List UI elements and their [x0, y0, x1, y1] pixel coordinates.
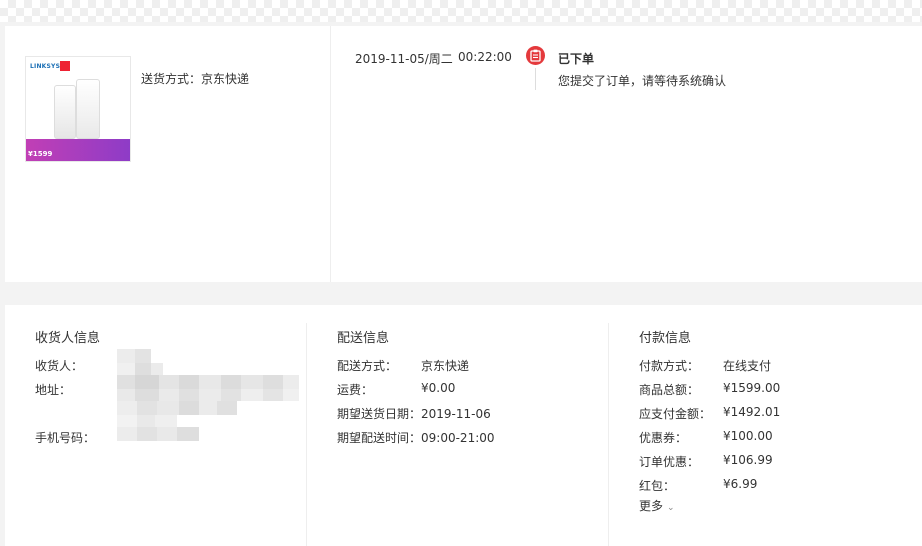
order-status-title: 已下单: [558, 52, 595, 66]
order-status-icon: [526, 46, 545, 65]
shipping-method-label: 配送方式：: [337, 359, 398, 373]
consignee-phone-row: 手机号码：: [35, 429, 95, 446]
payment-total-label: 商品总额：: [639, 383, 700, 397]
shipping-method-value: 京东快递: [421, 359, 470, 373]
payment-total-row: 商品总额： ¥1599.00: [639, 381, 780, 398]
payment-section: 付款信息 付款方式： 在线支付 商品总额： ¥1599.00 应支付金额： ¥1…: [639, 305, 909, 546]
payment-redpacket-row: 红包： ¥6.99: [639, 477, 757, 494]
consignee-name-label: 收货人：: [35, 359, 84, 373]
consignee-name-row: 收货人：: [35, 357, 83, 374]
payment-total-value: ¥1599.00: [723, 381, 781, 395]
payment-payable-value: ¥1492.01: [723, 405, 781, 419]
payment-coupon-row: 优惠券： ¥100.00: [639, 429, 773, 446]
shipping-time-label: 期望配送时间：: [337, 431, 422, 445]
order-product-section: LINKSYS ¥1599 送货方式：京东快递: [5, 26, 331, 282]
top-pattern-strip: [0, 0, 922, 22]
shipping-time-row: 期望配送时间：09:00-21:00: [337, 429, 495, 446]
column-divider: [608, 323, 609, 546]
payment-method-label: 付款方式：: [639, 359, 700, 373]
order-info-panel: 收货人信息 收货人： 地址： 手机号码： 配送信息 配送方式： 京东快递 运费：…: [5, 305, 922, 546]
shipping-method-row: 配送方式： 京东快递: [337, 357, 469, 374]
consignee-address-label: 地址：: [35, 383, 72, 397]
redacted-personal-info: [117, 349, 299, 441]
payment-discount-label: 订单优惠：: [639, 455, 700, 469]
payment-title: 付款信息: [639, 331, 692, 346]
payment-coupon-label: 优惠券：: [639, 431, 688, 445]
product-price-tag: ¥1599: [28, 150, 53, 158]
payment-method-row: 付款方式： 在线支付: [639, 357, 771, 374]
shipping-fee-label: 运费：: [337, 383, 374, 397]
payment-method-value: 在线支付: [723, 359, 772, 373]
router-unit-icon: [76, 79, 100, 139]
shipping-fee-value: ¥0.00: [421, 381, 456, 395]
payment-coupon-value: ¥100.00: [723, 429, 773, 443]
product-brand-logo: LINKSYS: [30, 63, 61, 70]
shipping-date-label: 期望送货日期：: [337, 407, 422, 421]
payment-discount-row: 订单优惠： ¥106.99: [639, 453, 773, 470]
shipping-date-value: 2019-11-06: [421, 407, 491, 421]
shipping-title: 配送信息: [337, 331, 390, 346]
timeline-time: 00:22:00: [458, 50, 512, 64]
payment-more-label: 更多: [639, 499, 664, 513]
product-thumbnail[interactable]: LINKSYS ¥1599: [25, 56, 131, 162]
payment-redpacket-value: ¥6.99: [723, 477, 758, 491]
chevron-down-icon: ⌄: [667, 503, 675, 513]
shipping-time-value: 09:00-21:00: [421, 431, 495, 445]
timeline-line: [535, 68, 536, 90]
payment-redpacket-label: 红包：: [639, 479, 676, 493]
order-status-panel: LINKSYS ¥1599 送货方式：京东快递 2019-11-05/周二 00…: [5, 26, 922, 282]
column-divider: [306, 323, 307, 546]
consignee-address-row: 地址：: [35, 381, 71, 398]
consignee-section: 收货人信息 收货人： 地址： 手机号码：: [35, 305, 305, 546]
shipping-section: 配送信息 配送方式： 京东快递 运费： ¥0.00 期望送货日期：2019-11…: [337, 305, 607, 546]
payment-payable-label: 应支付金额：: [639, 407, 712, 421]
order-status-description: 您提交了订单，请等待系统确认: [558, 74, 727, 88]
timeline-date: 2019-11-05/周二: [355, 52, 453, 66]
consignee-phone-label: 手机号码：: [35, 431, 96, 445]
product-seal-icon: [60, 61, 70, 71]
payment-discount-value: ¥106.99: [723, 453, 773, 467]
shipping-date-row: 期望送货日期：2019-11-06: [337, 405, 491, 422]
router-unit-icon: [54, 85, 76, 139]
payment-more-toggle[interactable]: 更多 ⌄: [639, 497, 675, 514]
shipping-fee-row: 运费： ¥0.00: [337, 381, 455, 398]
consignee-title: 收货人信息: [35, 331, 101, 346]
delivery-method-text: 送货方式：京东快递: [141, 72, 250, 86]
payment-payable-row: 应支付金额： ¥1492.01: [639, 405, 780, 422]
